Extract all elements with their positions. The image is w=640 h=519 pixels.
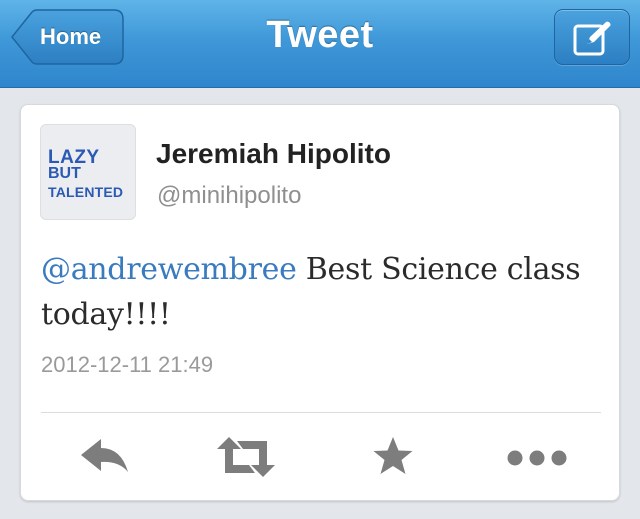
avatar-text-line-2: BUT <box>48 165 81 182</box>
navigation-bar: Home Tweet <box>0 0 640 88</box>
more-icon <box>507 450 567 466</box>
tweet-timestamp: 2012-12-11 21:49 <box>41 352 214 377</box>
avatar-text-line-3: TALENTED <box>48 184 124 200</box>
retweet-icon <box>217 437 275 477</box>
favorite-button[interactable] <box>371 435 415 479</box>
compose-button[interactable] <box>554 9 630 65</box>
page-title: Tweet <box>266 14 374 56</box>
author-handle[interactable]: @minihipolito <box>157 182 301 210</box>
reply-button[interactable] <box>77 435 133 479</box>
compose-icon <box>573 21 611 56</box>
tweet-body: @andrewembree Best Science class today!!… <box>41 247 601 337</box>
more-button[interactable] <box>505 435 569 479</box>
reply-icon <box>81 439 128 472</box>
author-display-name[interactable]: Jeremiah Hipolito <box>156 138 391 170</box>
star-icon <box>373 437 413 474</box>
mention-link[interactable]: @andrewembree <box>41 252 297 287</box>
retweet-button[interactable] <box>215 435 277 479</box>
avatar[interactable]: LAZY BUT TALENTED <box>40 124 136 220</box>
tweet-card: LAZY BUT TALENTED Jeremiah Hipolito @min… <box>20 104 620 501</box>
divider <box>41 412 601 413</box>
